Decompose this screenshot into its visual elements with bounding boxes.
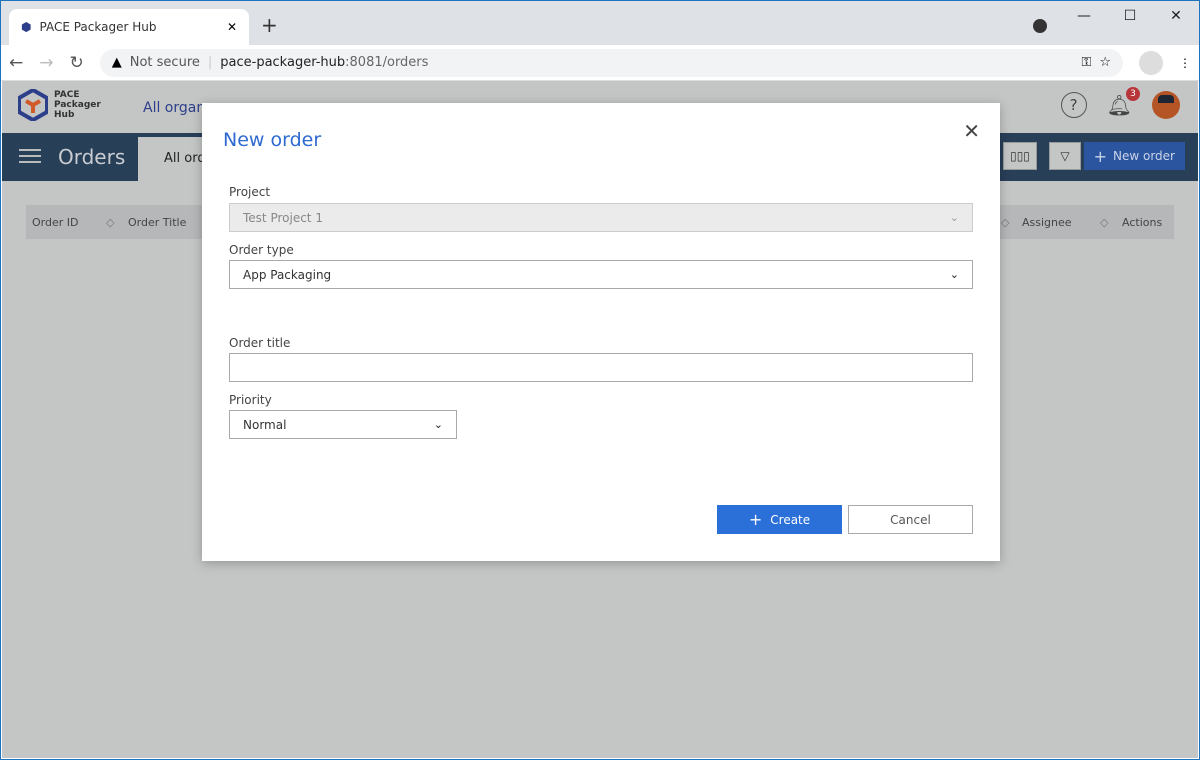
order-type-label: Order type — [229, 243, 294, 257]
not-secure-label: Not secure — [129, 55, 200, 70]
project-label: Project — [229, 185, 271, 199]
logo[interactable]: PACE Packager Hub — [18, 89, 101, 121]
favicon-icon: ⬢ — [21, 20, 32, 34]
plus-icon: + — [1093, 146, 1107, 166]
sort-icon[interactable]: ◇ — [106, 216, 114, 229]
url-host: pace-packager-hub — [220, 55, 346, 70]
url-path: :8081/orders — [345, 55, 429, 70]
column-order-title[interactable]: Order Title — [128, 216, 186, 229]
url-input[interactable]: ▲ Not secure | pace-packager-hub:8081/or… — [99, 48, 1123, 77]
tab-all-orders[interactable]: All orders — [138, 137, 208, 181]
close-icon[interactable]: ✕ — [963, 119, 980, 143]
close-tab-icon[interactable]: ✕ — [227, 20, 237, 34]
window-close-button[interactable]: ✕ — [1153, 1, 1199, 31]
tab-search-icon[interactable] — [1033, 19, 1047, 33]
plus-icon: + — [748, 510, 763, 529]
maximize-button[interactable]: ☐ — [1107, 1, 1153, 31]
column-assignee[interactable]: Assignee — [1022, 216, 1072, 229]
tab-title: PACE Packager Hub — [39, 20, 157, 34]
avatar[interactable] — [1152, 91, 1180, 119]
filter-icon[interactable]: ▽ — [1049, 142, 1081, 170]
sort-icon[interactable]: ◇ — [1100, 216, 1108, 229]
back-icon[interactable]: ← — [9, 53, 23, 73]
dialog-title: New order — [223, 129, 322, 151]
reload-icon[interactable]: ↻ — [70, 53, 84, 73]
columns-icon[interactable]: ▯▯▯ — [1003, 142, 1037, 170]
chevron-down-icon: ⌄ — [433, 418, 443, 431]
new-order-dialog: New order ✕ Project Test Project 1 ⌄ Orde… — [202, 103, 1000, 561]
column-actions[interactable]: Actions — [1122, 216, 1162, 229]
bell-icon[interactable]: 🔔︎ 3 — [1107, 87, 1140, 117]
project-select: Test Project 1 ⌄ — [229, 203, 973, 232]
priority-label: Priority — [229, 393, 272, 407]
help-icon[interactable]: ? — [1060, 92, 1087, 118]
profile-icon[interactable] — [1139, 50, 1163, 75]
chevron-down-icon: ⌄ — [949, 268, 959, 281]
warning-icon: ▲ — [111, 55, 122, 70]
new-order-button[interactable]: + New order — [1083, 142, 1185, 170]
logo-icon — [18, 89, 48, 121]
column-order-id[interactable]: Order ID — [32, 216, 78, 229]
order-type-select[interactable]: App Packaging ⌄ — [229, 260, 973, 289]
hamburger-icon[interactable] — [19, 149, 41, 163]
address-bar-row: ← → ↻ ▲ Not secure | pace-packager-hub:8… — [1, 45, 1199, 81]
priority-select[interactable]: Normal ⌄ — [229, 410, 457, 439]
page-title: Orders — [58, 145, 126, 169]
cancel-button[interactable]: Cancel — [848, 505, 973, 534]
chevron-down-icon: ⌄ — [949, 211, 959, 224]
browser-tab[interactable]: ⬢ PACE Packager Hub ✕ — [9, 9, 249, 45]
sort-icon[interactable]: ◇ — [1001, 216, 1009, 229]
create-button[interactable]: + Create — [717, 505, 842, 534]
forward-icon[interactable]: → — [39, 53, 53, 73]
key-icon[interactable]: ⚿ — [1081, 55, 1091, 70]
minimize-button[interactable]: — — [1061, 1, 1107, 31]
browser-tab-bar: ⬢ PACE Packager Hub ✕ + — ☐ ✕ — [1, 1, 1199, 45]
order-title-input[interactable] — [229, 353, 973, 382]
star-icon[interactable]: ☆ — [1099, 55, 1111, 70]
organization-selector[interactable]: All organ — [143, 100, 205, 116]
order-title-label: Order title — [229, 336, 291, 350]
menu-icon[interactable]: ⋮ — [1179, 56, 1191, 70]
notification-badge: 3 — [1126, 87, 1140, 101]
new-tab-button[interactable]: + — [261, 13, 278, 37]
